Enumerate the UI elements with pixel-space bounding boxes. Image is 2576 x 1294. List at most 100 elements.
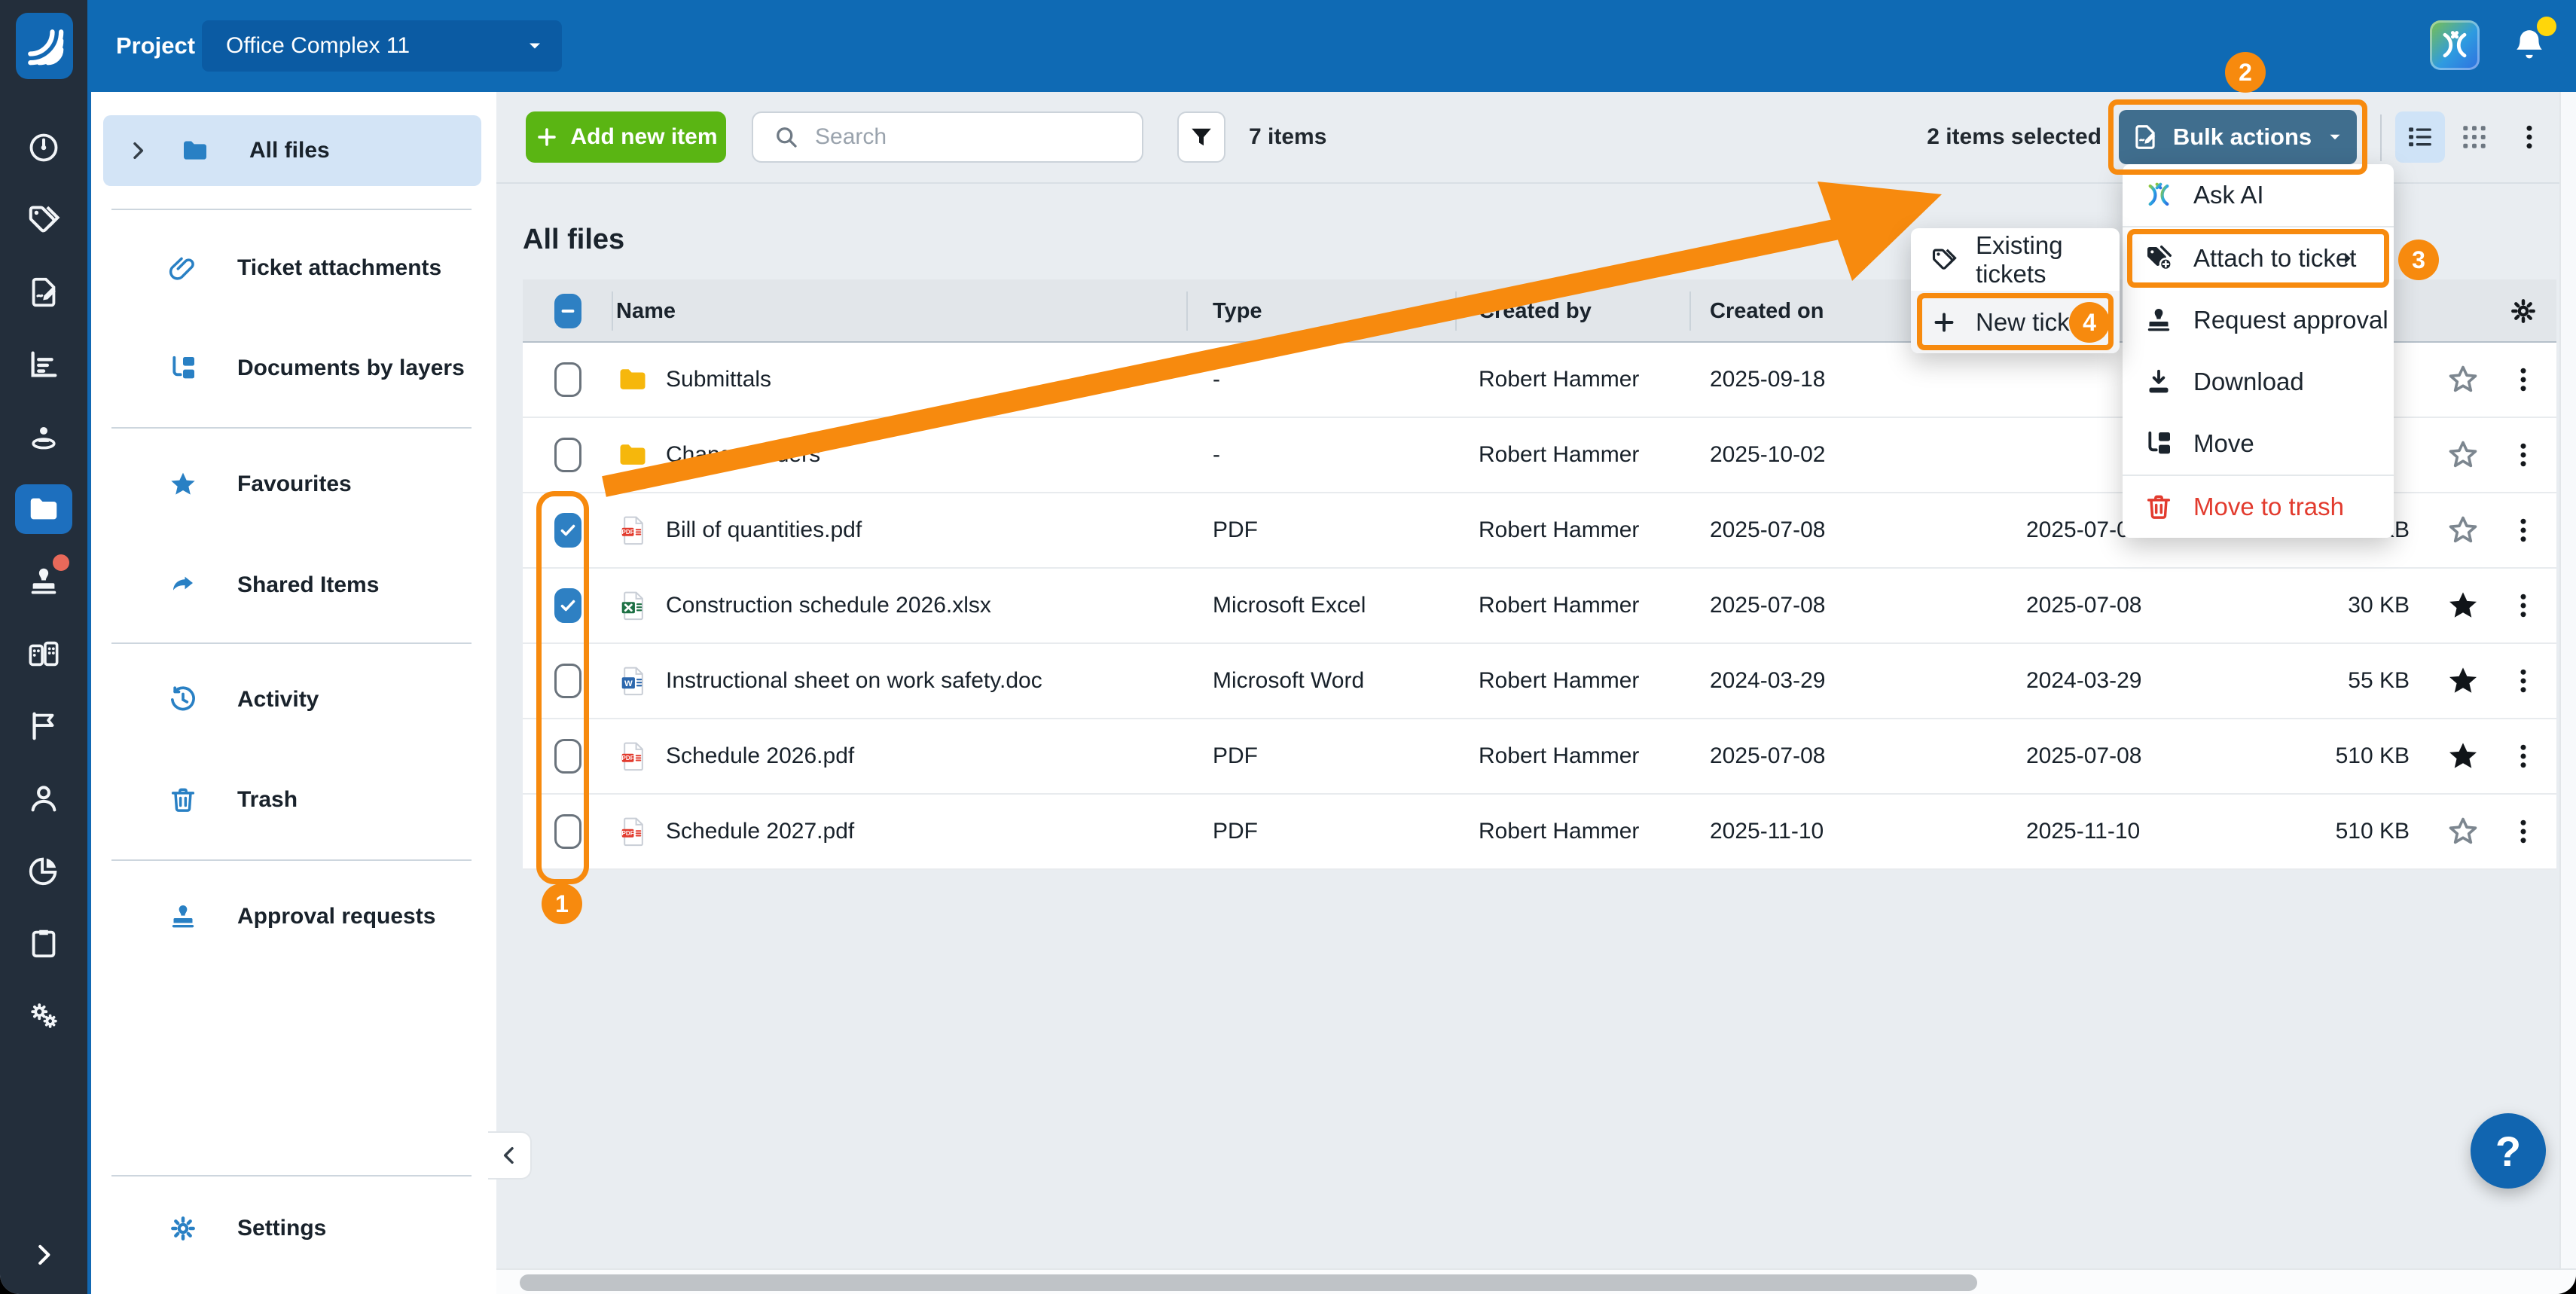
menu-item-move[interactable]: Move [2123, 413, 2394, 475]
favourite-star-button[interactable] [2446, 513, 2480, 548]
rail-item-tasks[interactable] [0, 907, 87, 979]
rail-item-automations[interactable] [0, 979, 87, 1051]
chevron-right-icon[interactable] [126, 139, 150, 163]
sidebar-item-shared-items[interactable]: Shared Items [103, 548, 481, 623]
rail-item-assets[interactable] [0, 618, 87, 690]
row-overflow-menu[interactable] [2507, 740, 2539, 772]
row-overflow-menu[interactable] [2507, 816, 2539, 847]
step-badge-3: 3 [2398, 240, 2439, 280]
row-checkbox[interactable] [554, 739, 581, 774]
column-header-name[interactable]: Name [613, 279, 1188, 343]
rail-item-files[interactable] [0, 473, 87, 545]
star-outline-icon [2446, 814, 2480, 849]
expand-rail-button[interactable] [0, 1231, 87, 1279]
file-name-cell[interactable]: WInstructional sheet on work safety.doc [613, 664, 1188, 697]
help-button[interactable]: ? [2471, 1113, 2546, 1189]
row-checkbox[interactable] [554, 814, 581, 849]
rail-item-reports[interactable] [0, 835, 87, 907]
menu-item-move-to-trash[interactable]: Move to trash [2123, 476, 2394, 538]
file-name-cell[interactable]: Change Orders [613, 438, 1188, 472]
sidebar-item-approval-requests[interactable]: Approval requests [103, 879, 481, 954]
vertical-scrollbar-track[interactable] [2559, 92, 2576, 1268]
ai-assistant-button[interactable] [2430, 20, 2480, 70]
menu-item-attach-to-ticket[interactable]: Attach to ticket [2123, 227, 2394, 289]
created-by: Robert Hammer [1457, 593, 1691, 618]
created-by: Robert Hammer [1457, 367, 1691, 392]
row-overflow-menu[interactable] [2507, 364, 2539, 395]
rail-item-people[interactable] [0, 762, 87, 835]
favourite-star-button[interactable] [2446, 438, 2480, 472]
submenu-item-existing-tickets[interactable]: Existing tickets [1911, 228, 2120, 291]
history-icon [168, 685, 198, 715]
project-label: Project [116, 0, 195, 92]
grid-view-toggle[interactable] [2449, 111, 2499, 163]
project-selector[interactable]: Office Complex 11 [202, 20, 562, 72]
row-checkbox[interactable] [554, 362, 581, 397]
table-row: Construction schedule 2026.xlsxMicrosoft… [523, 569, 2556, 644]
rail-item-tags[interactable] [0, 184, 87, 256]
file-name-cell[interactable]: PDFSchedule 2026.pdf [613, 740, 1188, 773]
menu-item-download[interactable]: Download [2123, 351, 2394, 413]
column-header-type[interactable]: Type [1188, 279, 1457, 343]
project-name: Office Complex 11 [226, 33, 524, 59]
row-checkbox[interactable] [554, 664, 581, 698]
sidebar-item-settings[interactable]: Settings [103, 1191, 481, 1266]
search-input[interactable] [813, 124, 1142, 151]
submenu-item-new-ticket[interactable]: New ticket [1911, 291, 2120, 353]
file-name-cell[interactable]: Construction schedule 2026.xlsx [613, 589, 1188, 622]
paperclip-icon [168, 253, 198, 283]
caret-down-icon [2325, 127, 2345, 147]
folder-icon [26, 492, 61, 526]
column-settings-gear-icon[interactable] [2508, 296, 2538, 326]
favourite-star-button[interactable] [2446, 814, 2480, 849]
column-header-created-by[interactable]: Created by [1457, 279, 1691, 343]
notifications-button[interactable] [2508, 24, 2553, 69]
bulk-actions-button[interactable]: Bulk actions [2119, 110, 2357, 164]
favourite-star-button[interactable] [2446, 739, 2480, 774]
favourite-star-button[interactable] [2446, 588, 2480, 623]
add-new-item-button[interactable]: Add new item [526, 111, 726, 163]
sidebar-item-all-files[interactable]: All files [103, 115, 481, 186]
rail-item-approvals[interactable] [0, 545, 87, 618]
list-view-toggle[interactable] [2395, 111, 2445, 163]
favourite-star-button[interactable] [2446, 362, 2480, 397]
rail-item-schedule[interactable] [0, 328, 87, 401]
row-checkbox[interactable] [554, 588, 581, 623]
file-name-cell[interactable]: PDFBill of quantities.pdf [613, 514, 1188, 547]
horizontal-scrollbar-thumb[interactable] [520, 1274, 1977, 1291]
menu-item-request-approval[interactable]: Request approval [2123, 289, 2394, 351]
row-overflow-menu[interactable] [2507, 439, 2539, 471]
rail-item-locations[interactable] [0, 401, 87, 473]
sidebar-item-label: Approval requests [237, 904, 435, 929]
sidebar-item-favourites[interactable]: Favourites [103, 447, 481, 522]
file-name: Bill of quantities.pdf [666, 517, 862, 543]
select-all-checkbox[interactable] [554, 294, 581, 328]
filter-button[interactable] [1177, 111, 1225, 163]
word-icon: W [616, 664, 649, 697]
file-type: Microsoft Excel [1188, 593, 1457, 618]
sidebar-item-trash[interactable]: Trash [103, 762, 481, 838]
favourite-star-button[interactable] [2446, 664, 2480, 698]
toolbar-overflow-menu[interactable] [2510, 111, 2549, 163]
row-overflow-menu[interactable] [2507, 514, 2539, 546]
row-checkbox[interactable] [554, 513, 581, 548]
app-logo[interactable] [16, 13, 73, 79]
sidebar-item-activity[interactable]: Activity [103, 662, 481, 737]
sidebar-item-label: All files [249, 138, 330, 163]
row-overflow-menu[interactable] [2507, 665, 2539, 697]
file-name-cell[interactable]: PDFSchedule 2027.pdf [613, 815, 1188, 848]
notification-dot [2537, 17, 2556, 36]
collapse-sidebar-button[interactable] [488, 1131, 532, 1180]
sidebar-item-ticket-attachments[interactable]: Ticket attachments [103, 230, 481, 306]
rail-item-forms[interactable] [0, 256, 87, 328]
svg-text:PDF: PDF [622, 755, 634, 761]
rail-item-dashboard[interactable] [0, 111, 87, 184]
file-name-cell[interactable]: Submittals [613, 363, 1188, 396]
row-overflow-menu[interactable] [2507, 590, 2539, 621]
menu-item-ask-ai[interactable]: Ask AI [2123, 164, 2394, 226]
pdf-icon: PDF [616, 740, 649, 773]
rail-item-flags[interactable] [0, 690, 87, 762]
row-checkbox[interactable] [554, 438, 581, 472]
sidebar-item-documents-by-layers[interactable]: Documents by layers [103, 331, 481, 406]
created-by: Robert Hammer [1457, 819, 1691, 844]
